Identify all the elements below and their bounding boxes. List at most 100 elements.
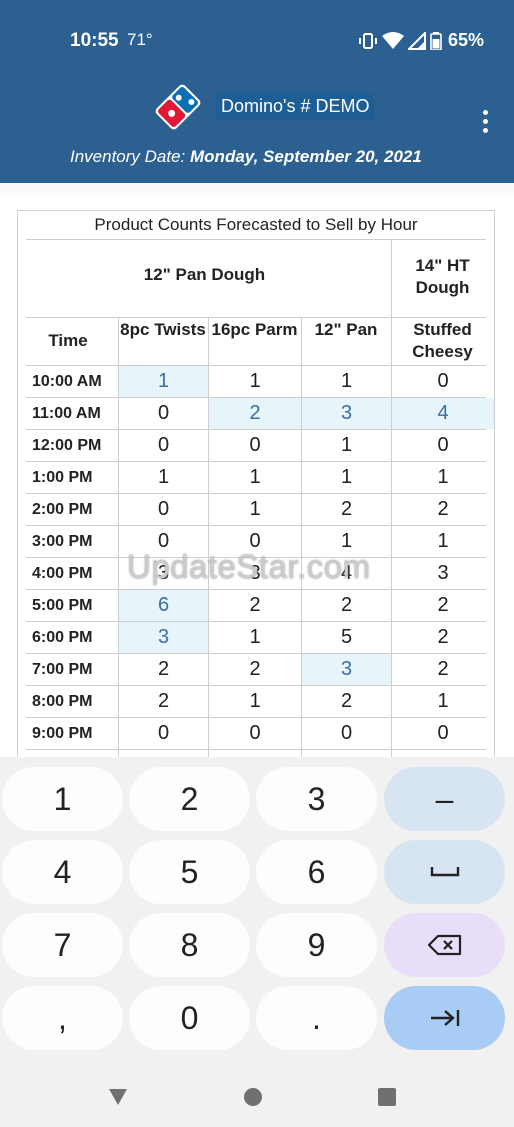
forecast-value-cell[interactable]: 1 [392,686,494,717]
forecast-value-cell[interactable]: 0 [119,718,208,749]
forecast-value-cell[interactable]: 1 [209,494,301,525]
forecast-value-cell[interactable]: 2 [119,686,208,717]
column-header: Stuffed Cheesy [412,320,473,361]
forecast-value-cell[interactable]: 2 [392,590,494,621]
forecast-value-cell[interactable]: 0 [392,718,494,749]
forecast-value-cell[interactable]: 0 [209,526,301,557]
forecast-value-cell[interactable]: 3 [209,558,301,589]
key-0[interactable]: 0 [129,986,250,1050]
group-header-14in-ht: 14" HT Dough [415,256,470,297]
forecast-value-cell[interactable]: 3 [119,558,208,589]
time-cell: 2:00 PM [32,501,93,518]
forecast-value-cell[interactable]: 3 [392,558,494,589]
forecast-value-cell[interactable]: 2 [209,590,301,621]
forecast-value-cell[interactable]: 2 [302,686,391,717]
forecast-value-cell[interactable]: 0 [392,430,494,461]
key-8[interactable]: 8 [129,913,250,977]
forecast-value-cell[interactable]: 0 [119,526,208,557]
forecast-value-cell[interactable]: 1 [119,366,208,397]
battery-percent: 65% [448,30,485,50]
scroll-edge [0,183,514,193]
minus-key[interactable]: – [384,767,505,831]
forecast-value-cell[interactable]: 3 [119,622,208,653]
status-bar: 10:55 71° 65% [0,0,514,80]
forecast-value-cell[interactable]: 2 [119,654,208,685]
forecast-value-cell[interactable]: 1 [302,526,391,557]
inventory-date-label: Inventory Date: [70,147,186,166]
forecast-value-cell[interactable]: 3 [302,398,391,429]
column-header: 16pc Parm [211,320,298,339]
forecast-value-cell[interactable]: 2 [392,654,494,685]
table-divider [26,749,486,750]
forecast-value-cell[interactable]: 3 [302,654,391,685]
forecast-value-cell[interactable]: 1 [392,526,494,557]
key-6[interactable]: 6 [256,840,377,904]
recents-square-icon[interactable] [372,1082,402,1112]
time-cell: 4:00 PM [32,565,93,582]
forecast-value-cell[interactable]: 1 [209,366,301,397]
next-tab-icon [430,1010,459,1026]
forecast-value-cell[interactable]: 1 [302,430,391,461]
key-9[interactable]: 9 [256,913,377,977]
forecast-value-cell[interactable]: 1 [392,462,494,493]
time-cell: 10:00 AM [32,373,102,390]
forecast-value-cell[interactable]: 0 [392,366,494,397]
next-key[interactable] [384,986,505,1050]
backspace-icon [427,934,461,956]
forecast-value-cell[interactable]: 4 [392,398,494,429]
time-cell: 7:00 PM [32,661,93,678]
signal-icon [408,31,426,50]
time-cell: 1:00 PM [32,469,93,486]
key-4[interactable]: 4 [2,840,123,904]
forecast-value-cell[interactable]: 6 [119,590,208,621]
back-triangle-icon[interactable] [103,1082,133,1112]
forecast-value-cell[interactable]: 2 [209,654,301,685]
forecast-value-cell[interactable]: 4 [302,558,391,589]
inventory-date: Inventory Date: Monday, September 20, 20… [70,147,422,167]
time-cell: 5:00 PM [32,597,93,614]
key-3[interactable]: 3 [256,767,377,831]
time-cell: 3:00 PM [32,533,93,550]
forecast-value-cell[interactable]: 1 [302,462,391,493]
time-cell: 11:00 AM [32,405,101,422]
table-divider [26,317,486,318]
temperature: 71° [127,30,153,49]
forecast-value-cell[interactable]: 1 [209,462,301,493]
forecast-value-cell[interactable]: 5 [302,622,391,653]
key-7[interactable]: 7 [2,913,123,977]
time-cell: 9:00 PM [32,725,93,742]
forecast-value-cell[interactable]: 0 [119,398,208,429]
forecast-value-cell[interactable]: 0 [209,718,301,749]
vibrate-icon [359,32,377,49]
store-name: Domino's # DEMO [216,93,375,120]
forecast-value-cell[interactable]: 2 [209,398,301,429]
forecast-value-cell[interactable]: 2 [302,494,391,525]
overflow-menu-icon[interactable] [480,110,490,140]
forecast-value-cell[interactable]: 0 [119,430,208,461]
key-comma[interactable]: , [2,986,123,1050]
app-header: 10:55 71° 65% Domino's # DEMO Inventory … [0,0,514,183]
table-title: Product Counts Forecasted to Sell by Hou… [94,215,418,234]
dominos-logo-icon [155,84,201,130]
forecast-value-cell[interactable]: 2 [302,590,391,621]
forecast-value-cell[interactable]: 0 [119,494,208,525]
forecast-value-cell[interactable]: 1 [302,366,391,397]
forecast-value-cell[interactable]: 2 [392,494,494,525]
forecast-value-cell[interactable]: 0 [302,718,391,749]
key-period[interactable]: . [256,986,377,1050]
key-5[interactable]: 5 [129,840,250,904]
key-2[interactable]: 2 [129,767,250,831]
column-header: 12" Pan [314,320,378,339]
forecast-value-cell[interactable]: 0 [209,430,301,461]
navigation-bar [0,1070,514,1127]
backspace-key[interactable] [384,913,505,977]
forecast-value-cell[interactable]: 1 [119,462,208,493]
forecast-value-cell[interactable]: 1 [209,686,301,717]
home-circle-icon[interactable] [238,1082,268,1112]
key-1[interactable]: 1 [2,767,123,831]
space-key[interactable] [384,840,505,904]
forecast-value-cell[interactable]: 2 [392,622,494,653]
time-cell: 12:00 PM [32,437,102,454]
forecast-value-cell[interactable]: 1 [209,622,301,653]
group-header-12in-pan: 12" Pan Dough [143,265,266,284]
